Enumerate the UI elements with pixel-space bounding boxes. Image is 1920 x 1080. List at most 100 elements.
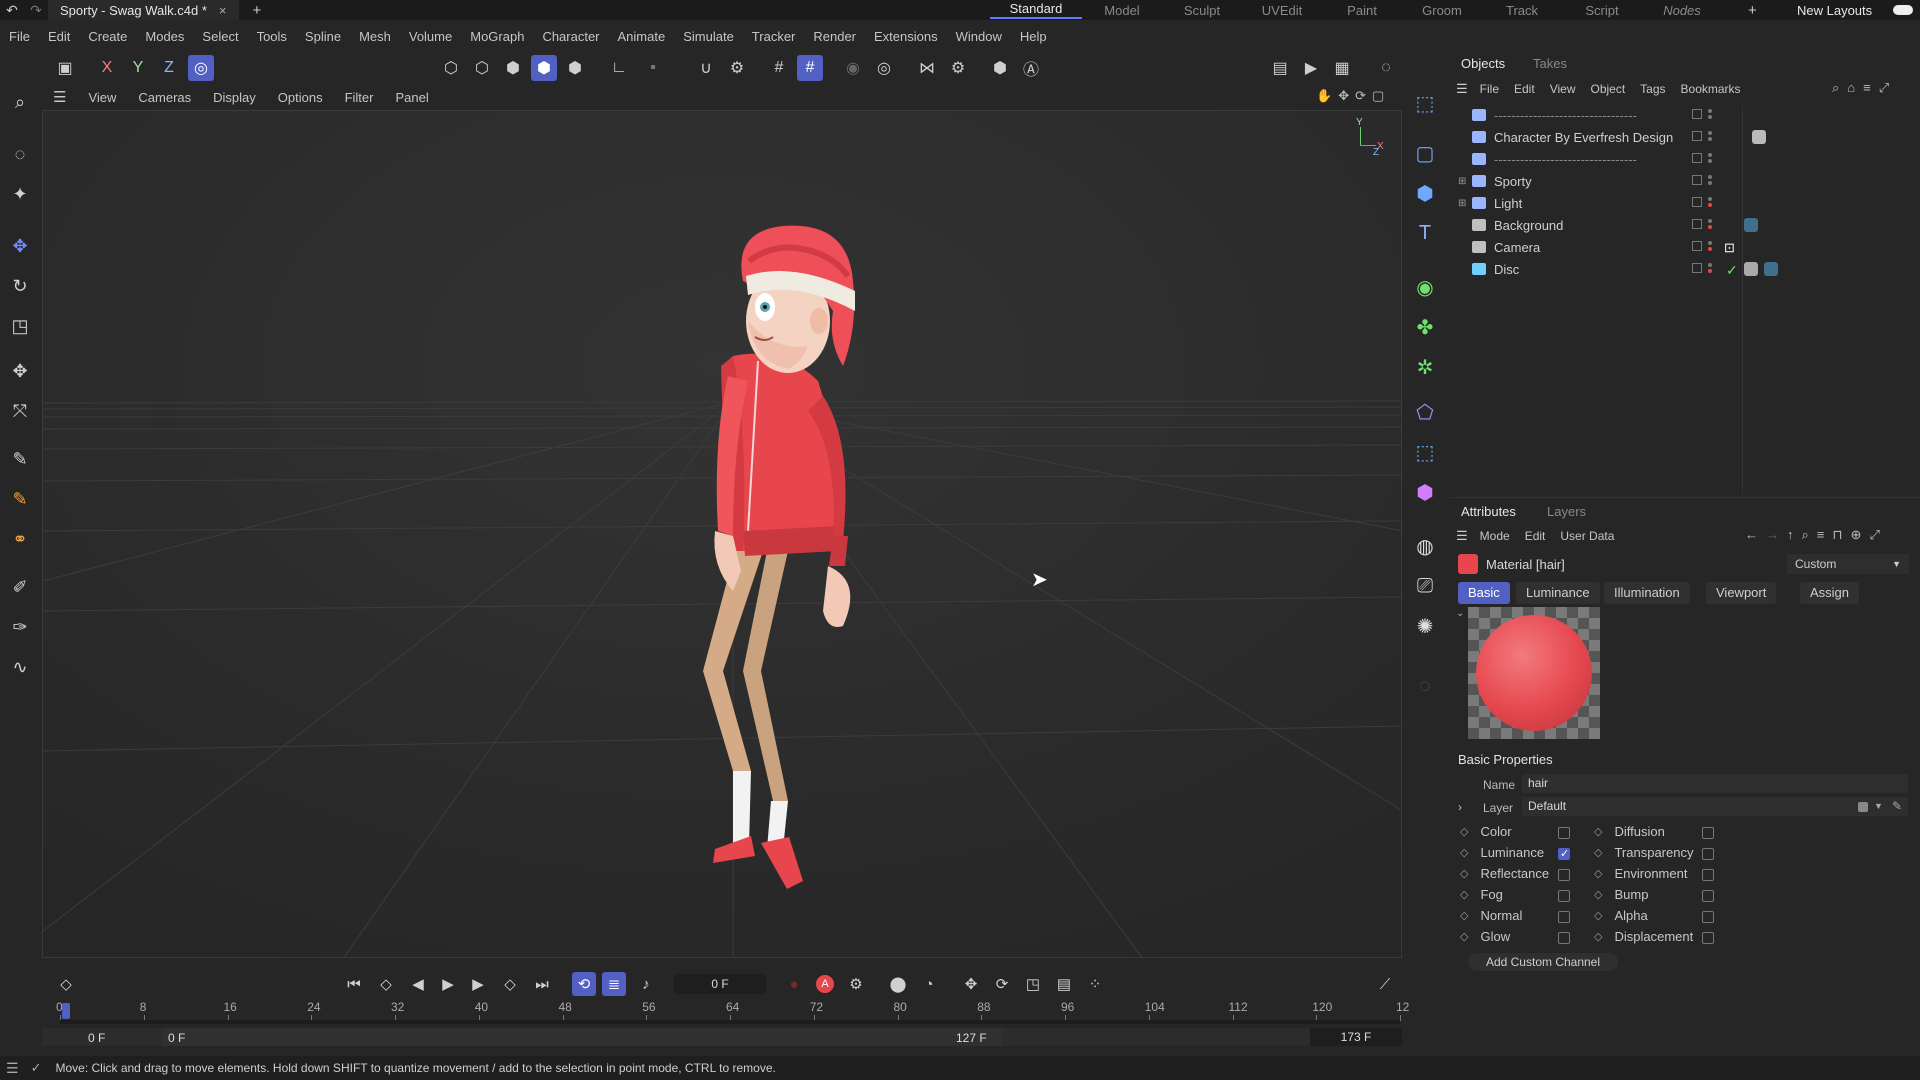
document-tab[interactable]: Sporty - Swag Walk.c4d * × [48, 0, 239, 20]
channel-checkbox[interactable] [1558, 890, 1570, 902]
layout-tab-sculpt[interactable]: Sculpt [1162, 3, 1242, 18]
viewport-solo-icon[interactable]: ⬢ [987, 55, 1013, 81]
menu-window[interactable]: Window [947, 27, 1011, 47]
attributes-menu-mode[interactable]: Mode [1480, 529, 1510, 543]
brush-icon[interactable]: ✐ [6, 573, 34, 601]
keyframe-settings-icon[interactable]: ⚙ [844, 972, 868, 996]
channel-checkbox[interactable] [1558, 911, 1570, 923]
step-forward-icon[interactable]: ▶ [466, 972, 490, 996]
search-icon[interactable]: ⌕ [1832, 80, 1839, 96]
playhead[interactable] [62, 1003, 70, 1019]
home-icon[interactable]: ⌂ [1847, 80, 1855, 96]
edges-mode-icon[interactable]: ⬡ [469, 55, 495, 81]
layout-tab-uvedit[interactable]: UVEdit [1242, 3, 1322, 18]
tag-target-icon[interactable]: ⊡ [1724, 240, 1738, 255]
object-row[interactable]: Disc [1458, 259, 1918, 279]
channel-checkbox[interactable] [1558, 847, 1570, 860]
add-custom-channel-button[interactable]: Add Custom Channel [1468, 953, 1618, 971]
coordinate-system-button[interactable]: ◎ [188, 55, 214, 81]
next-key-icon[interactable]: ◇ [498, 972, 522, 996]
filter-icon[interactable]: ≡ [1863, 80, 1871, 96]
attributes-menu-user-data[interactable]: User Data [1560, 529, 1614, 543]
cube-icon[interactable]: ⬢ [1410, 178, 1440, 208]
axis-z-button[interactable]: Z [156, 55, 182, 81]
tab-takes[interactable]: Takes [1533, 56, 1567, 71]
animation-diamond-icon[interactable]: ◇ [1460, 846, 1468, 859]
new-icon[interactable]: ⊕ [1851, 527, 1862, 543]
channel-checkbox[interactable] [1702, 890, 1714, 902]
objects-menu-edit[interactable]: Edit [1514, 82, 1535, 96]
menu-modes[interactable]: Modes [136, 27, 193, 47]
tag-material-icon[interactable] [1744, 218, 1758, 232]
expand-icon[interactable]: ⊞ [1458, 198, 1472, 209]
menu-extensions[interactable]: Extensions [865, 27, 947, 47]
preset-dropdown[interactable]: Custom ▼ [1787, 554, 1909, 574]
viewport-menu-display[interactable]: Display [202, 90, 267, 105]
playback-mode-icon[interactable]: ≣ [602, 972, 626, 996]
visibility-toggles[interactable] [1692, 263, 1712, 273]
visibility-dot-icon[interactable] [1708, 131, 1712, 141]
pan-icon[interactable]: ✋ [1316, 88, 1332, 104]
menu-tools[interactable]: Tools [248, 27, 296, 47]
menu-render[interactable]: Render [804, 27, 865, 47]
back-arrow-icon[interactable]: ← [1745, 527, 1758, 543]
enable-checkbox-icon[interactable] [1692, 241, 1702, 251]
range-slider[interactable] [162, 1028, 1002, 1046]
tab-objects[interactable]: Objects [1461, 56, 1505, 71]
scale-tool-icon[interactable]: ◳ [6, 312, 34, 340]
axis-x-button[interactable]: X [94, 55, 120, 81]
visibility-toggles[interactable] [1692, 175, 1712, 185]
visibility-toggles[interactable] [1692, 131, 1712, 141]
play-icon[interactable]: ▶ [436, 972, 460, 996]
viewport-menu-panel[interactable]: Panel [384, 90, 439, 105]
animation-diamond-icon[interactable]: ◇ [1594, 867, 1602, 880]
timeline-ruler[interactable]: 0 8 16 24 32 40 48 56 64 72 80 88 96 104 112 120 12 [56, 1000, 1409, 1022]
menu-mograph[interactable]: MoGraph [461, 27, 533, 47]
enable-checkbox-icon[interactable] [1692, 153, 1702, 163]
channel-checkbox[interactable] [1702, 848, 1714, 860]
menu-simulate[interactable]: Simulate [674, 27, 743, 47]
points-mode-icon[interactable]: ⬡ [438, 55, 464, 81]
channel-checkbox[interactable] [1702, 911, 1714, 923]
layout-tab-model[interactable]: Model [1082, 3, 1162, 18]
scale-key-icon[interactable]: ◳ [1021, 972, 1045, 996]
animation-diamond-icon[interactable]: ◇ [1594, 888, 1602, 901]
position-key-icon[interactable]: ✥ [959, 972, 983, 996]
cloner-icon[interactable]: ✤ [1410, 312, 1440, 342]
animation-diamond-icon[interactable]: ◇ [1460, 909, 1468, 922]
object-row[interactable]: ⊞ Sporty [1458, 171, 1918, 191]
tag-check-icon[interactable]: ✓ [1726, 262, 1740, 278]
close-tab-icon[interactable]: × [219, 3, 227, 18]
polygons-mode-icon[interactable]: ⬢ [500, 55, 526, 81]
layout-tab-standard[interactable]: Standard [990, 1, 1082, 19]
symmetry-settings-icon[interactable]: ⚙ [945, 55, 971, 81]
light-icon[interactable]: ✺ [1410, 611, 1440, 641]
forward-arrow-icon[interactable]: → [1766, 527, 1779, 543]
up-arrow-icon[interactable]: ↑ [1787, 527, 1794, 543]
go-to-start-icon[interactable]: ⏮ [342, 972, 366, 996]
menu-help[interactable]: Help [1011, 27, 1056, 47]
channel-checkbox[interactable] [1558, 827, 1570, 839]
deformer-icon[interactable]: ⬠ [1410, 397, 1440, 427]
sketch-icon[interactable]: ✎ [6, 485, 34, 513]
tab-attributes[interactable]: Attributes [1461, 504, 1516, 519]
sound-icon[interactable]: ♪ [634, 972, 658, 996]
prev-key-icon[interactable]: ◇ [374, 972, 398, 996]
layout-tab-track[interactable]: Track [1482, 3, 1562, 18]
menu-edit[interactable]: Edit [39, 27, 79, 47]
layer-swatch-icon[interactable] [1858, 802, 1868, 812]
film-clapper-icon[interactable]: ▣ [52, 55, 78, 81]
expand-arrow-icon[interactable]: › [1458, 800, 1462, 814]
rotation-key-icon[interactable]: ⟳ [990, 972, 1014, 996]
visibility-toggles[interactable] [1692, 109, 1712, 119]
object-row[interactable]: Background [1458, 215, 1918, 235]
enable-checkbox-icon[interactable] [1692, 131, 1702, 141]
channel-checkbox[interactable] [1702, 827, 1714, 839]
workplane-icon[interactable]: ◉ [840, 55, 866, 81]
rotate-tool-icon[interactable]: ↻ [6, 272, 34, 300]
animation-diamond-icon[interactable]: ◇ [1594, 930, 1602, 943]
subtab-viewport[interactable]: Viewport [1706, 582, 1777, 604]
loop-icon[interactable]: ⟲ [572, 972, 596, 996]
chevron-down-icon[interactable]: ▼ [1874, 801, 1883, 811]
object-row[interactable]: Character By Everfresh Design [1458, 127, 1918, 147]
